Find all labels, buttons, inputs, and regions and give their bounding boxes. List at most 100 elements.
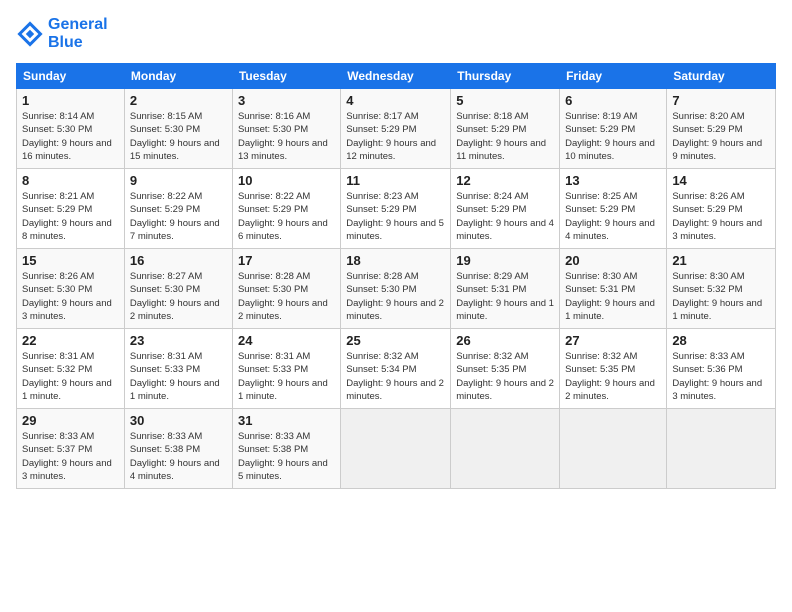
calendar-day-cell: 6 Sunrise: 8:19 AM Sunset: 5:29 PM Dayli… [560, 89, 667, 169]
day-number: 27 [565, 333, 661, 348]
day-info: Sunrise: 8:16 AM Sunset: 5:30 PM Dayligh… [238, 110, 335, 163]
day-number: 20 [565, 253, 661, 268]
day-info: Sunrise: 8:23 AM Sunset: 5:29 PM Dayligh… [346, 190, 445, 243]
day-number: 3 [238, 93, 335, 108]
day-info: Sunrise: 8:26 AM Sunset: 5:29 PM Dayligh… [672, 190, 770, 243]
day-info: Sunrise: 8:19 AM Sunset: 5:29 PM Dayligh… [565, 110, 661, 163]
calendar-day-cell: 26 Sunrise: 8:32 AM Sunset: 5:35 PM Dayl… [451, 329, 560, 409]
day-number: 28 [672, 333, 770, 348]
day-info: Sunrise: 8:18 AM Sunset: 5:29 PM Dayligh… [456, 110, 554, 163]
calendar-day-cell: 31 Sunrise: 8:33 AM Sunset: 5:38 PM Dayl… [232, 409, 340, 489]
calendar-day-cell: 10 Sunrise: 8:22 AM Sunset: 5:29 PM Dayl… [232, 169, 340, 249]
calendar-day-header: Sunday [17, 64, 125, 89]
calendar-day-cell: 30 Sunrise: 8:33 AM Sunset: 5:38 PM Dayl… [124, 409, 232, 489]
day-info: Sunrise: 8:31 AM Sunset: 5:33 PM Dayligh… [238, 350, 335, 403]
day-info: Sunrise: 8:33 AM Sunset: 5:38 PM Dayligh… [238, 430, 335, 483]
day-number: 1 [22, 93, 119, 108]
day-number: 29 [22, 413, 119, 428]
day-info: Sunrise: 8:30 AM Sunset: 5:32 PM Dayligh… [672, 270, 770, 323]
day-number: 4 [346, 93, 445, 108]
calendar-week-row: 1 Sunrise: 8:14 AM Sunset: 5:30 PM Dayli… [17, 89, 776, 169]
day-number: 19 [456, 253, 554, 268]
day-info: Sunrise: 8:33 AM Sunset: 5:38 PM Dayligh… [130, 430, 227, 483]
calendar-day-cell [667, 409, 776, 489]
day-info: Sunrise: 8:32 AM Sunset: 5:35 PM Dayligh… [456, 350, 554, 403]
calendar-table: SundayMondayTuesdayWednesdayThursdayFrid… [16, 63, 776, 489]
calendar-day-cell: 16 Sunrise: 8:27 AM Sunset: 5:30 PM Dayl… [124, 249, 232, 329]
calendar-day-cell: 4 Sunrise: 8:17 AM Sunset: 5:29 PM Dayli… [341, 89, 451, 169]
day-info: Sunrise: 8:33 AM Sunset: 5:37 PM Dayligh… [22, 430, 119, 483]
calendar-day-cell: 2 Sunrise: 8:15 AM Sunset: 5:30 PM Dayli… [124, 89, 232, 169]
day-info: Sunrise: 8:33 AM Sunset: 5:36 PM Dayligh… [672, 350, 770, 403]
calendar-day-cell: 13 Sunrise: 8:25 AM Sunset: 5:29 PM Dayl… [560, 169, 667, 249]
day-number: 22 [22, 333, 119, 348]
calendar-day-cell: 5 Sunrise: 8:18 AM Sunset: 5:29 PM Dayli… [451, 89, 560, 169]
calendar-day-cell: 8 Sunrise: 8:21 AM Sunset: 5:29 PM Dayli… [17, 169, 125, 249]
logo-icon [16, 20, 44, 48]
day-info: Sunrise: 8:32 AM Sunset: 5:35 PM Dayligh… [565, 350, 661, 403]
day-number: 5 [456, 93, 554, 108]
day-info: Sunrise: 8:22 AM Sunset: 5:29 PM Dayligh… [130, 190, 227, 243]
day-number: 10 [238, 173, 335, 188]
calendar-header-row: SundayMondayTuesdayWednesdayThursdayFrid… [17, 64, 776, 89]
day-info: Sunrise: 8:31 AM Sunset: 5:32 PM Dayligh… [22, 350, 119, 403]
day-number: 13 [565, 173, 661, 188]
calendar-day-header: Monday [124, 64, 232, 89]
calendar-day-header: Tuesday [232, 64, 340, 89]
page-container: General Blue SundayMondayTuesdayWednesda… [0, 0, 792, 499]
day-number: 24 [238, 333, 335, 348]
day-number: 2 [130, 93, 227, 108]
day-info: Sunrise: 8:22 AM Sunset: 5:29 PM Dayligh… [238, 190, 335, 243]
calendar-day-header: Saturday [667, 64, 776, 89]
calendar-day-cell: 27 Sunrise: 8:32 AM Sunset: 5:35 PM Dayl… [560, 329, 667, 409]
calendar-day-cell: 24 Sunrise: 8:31 AM Sunset: 5:33 PM Dayl… [232, 329, 340, 409]
day-info: Sunrise: 8:15 AM Sunset: 5:30 PM Dayligh… [130, 110, 227, 163]
calendar-day-cell: 17 Sunrise: 8:28 AM Sunset: 5:30 PM Dayl… [232, 249, 340, 329]
day-number: 26 [456, 333, 554, 348]
calendar-week-row: 15 Sunrise: 8:26 AM Sunset: 5:30 PM Dayl… [17, 249, 776, 329]
day-info: Sunrise: 8:25 AM Sunset: 5:29 PM Dayligh… [565, 190, 661, 243]
day-info: Sunrise: 8:28 AM Sunset: 5:30 PM Dayligh… [346, 270, 445, 323]
day-number: 7 [672, 93, 770, 108]
day-number: 30 [130, 413, 227, 428]
calendar-day-cell: 23 Sunrise: 8:31 AM Sunset: 5:33 PM Dayl… [124, 329, 232, 409]
header: General Blue [16, 16, 776, 51]
day-info: Sunrise: 8:21 AM Sunset: 5:29 PM Dayligh… [22, 190, 119, 243]
day-info: Sunrise: 8:29 AM Sunset: 5:31 PM Dayligh… [456, 270, 554, 323]
calendar-week-row: 22 Sunrise: 8:31 AM Sunset: 5:32 PM Dayl… [17, 329, 776, 409]
calendar-day-cell: 3 Sunrise: 8:16 AM Sunset: 5:30 PM Dayli… [232, 89, 340, 169]
day-info: Sunrise: 8:20 AM Sunset: 5:29 PM Dayligh… [672, 110, 770, 163]
calendar-body: 1 Sunrise: 8:14 AM Sunset: 5:30 PM Dayli… [17, 89, 776, 489]
day-info: Sunrise: 8:30 AM Sunset: 5:31 PM Dayligh… [565, 270, 661, 323]
day-number: 17 [238, 253, 335, 268]
day-number: 12 [456, 173, 554, 188]
calendar-day-cell: 22 Sunrise: 8:31 AM Sunset: 5:32 PM Dayl… [17, 329, 125, 409]
day-info: Sunrise: 8:24 AM Sunset: 5:29 PM Dayligh… [456, 190, 554, 243]
calendar-day-cell: 29 Sunrise: 8:33 AM Sunset: 5:37 PM Dayl… [17, 409, 125, 489]
calendar-day-cell: 9 Sunrise: 8:22 AM Sunset: 5:29 PM Dayli… [124, 169, 232, 249]
day-number: 31 [238, 413, 335, 428]
day-number: 18 [346, 253, 445, 268]
day-number: 14 [672, 173, 770, 188]
day-number: 8 [22, 173, 119, 188]
day-number: 21 [672, 253, 770, 268]
day-number: 23 [130, 333, 227, 348]
day-info: Sunrise: 8:28 AM Sunset: 5:30 PM Dayligh… [238, 270, 335, 323]
calendar-day-cell: 20 Sunrise: 8:30 AM Sunset: 5:31 PM Dayl… [560, 249, 667, 329]
day-info: Sunrise: 8:26 AM Sunset: 5:30 PM Dayligh… [22, 270, 119, 323]
calendar-day-cell: 18 Sunrise: 8:28 AM Sunset: 5:30 PM Dayl… [341, 249, 451, 329]
calendar-day-header: Friday [560, 64, 667, 89]
day-info: Sunrise: 8:32 AM Sunset: 5:34 PM Dayligh… [346, 350, 445, 403]
day-number: 25 [346, 333, 445, 348]
day-info: Sunrise: 8:27 AM Sunset: 5:30 PM Dayligh… [130, 270, 227, 323]
logo: General Blue [16, 16, 108, 51]
calendar-week-row: 29 Sunrise: 8:33 AM Sunset: 5:37 PM Dayl… [17, 409, 776, 489]
calendar-day-cell: 11 Sunrise: 8:23 AM Sunset: 5:29 PM Dayl… [341, 169, 451, 249]
calendar-day-cell: 12 Sunrise: 8:24 AM Sunset: 5:29 PM Dayl… [451, 169, 560, 249]
calendar-day-cell: 7 Sunrise: 8:20 AM Sunset: 5:29 PM Dayli… [667, 89, 776, 169]
calendar-day-cell [451, 409, 560, 489]
calendar-day-cell: 15 Sunrise: 8:26 AM Sunset: 5:30 PM Dayl… [17, 249, 125, 329]
calendar-day-cell: 25 Sunrise: 8:32 AM Sunset: 5:34 PM Dayl… [341, 329, 451, 409]
day-info: Sunrise: 8:31 AM Sunset: 5:33 PM Dayligh… [130, 350, 227, 403]
day-number: 16 [130, 253, 227, 268]
